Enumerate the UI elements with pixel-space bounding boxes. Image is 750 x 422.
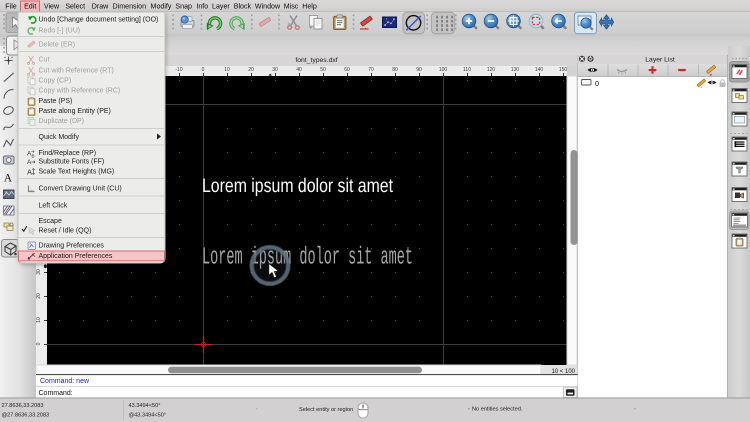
svg-text:Duplicate (DP): Duplicate (DP) <box>39 118 85 125</box>
svg-text:27.8636,33.2083: 27.8636,33.2083 <box>2 403 44 409</box>
svg-text:Copy with Reference (RC): Copy with Reference (RC) <box>39 87 121 94</box>
svg-text:Escape: Escape <box>39 218 62 225</box>
svg-text:Info: Info <box>196 3 208 11</box>
svg-text:10 < 100: 10 < 100 <box>551 369 575 375</box>
svg-text:Undo [Change document setting]: Undo [Change document setting] (OO) <box>39 16 159 23</box>
svg-text:70: 70 <box>368 67 374 73</box>
svg-text:•: • <box>634 407 636 413</box>
svg-text:Window: Window <box>255 3 281 11</box>
svg-text:Command:: Command: <box>39 390 73 397</box>
svg-text:Find/Replace (RP): Find/Replace (RP) <box>39 150 97 157</box>
svg-text:110: 110 <box>463 67 471 73</box>
svg-text:Convert Drawing Unit (CU): Convert Drawing Unit (CU) <box>39 185 122 192</box>
svg-text:Lorem ipsum dolor sit amet: Lorem ipsum dolor sit amet <box>202 175 393 197</box>
svg-text:Cut: Cut <box>39 56 50 63</box>
svg-text:Select entity or region: Select entity or region <box>299 407 353 413</box>
svg-text:Layer List: Layer List <box>645 56 675 63</box>
svg-text:130: 130 <box>511 67 520 73</box>
svg-text:Paste along Entity (PE): Paste along Entity (PE) <box>39 108 111 115</box>
svg-text:Select: Select <box>65 3 85 11</box>
svg-text:0: 0 <box>36 342 42 345</box>
svg-text:40: 40 <box>296 67 302 73</box>
svg-text:90: 90 <box>416 67 422 73</box>
svg-text:20: 20 <box>248 67 254 73</box>
svg-text:140: 140 <box>535 67 544 73</box>
svg-text:120: 120 <box>487 67 496 73</box>
svg-text:-10: -10 <box>175 67 182 73</box>
svg-text:@43.3494<50°: @43.3494<50° <box>129 413 167 419</box>
svg-text:Copy (CP): Copy (CP) <box>39 77 72 84</box>
svg-text:10: 10 <box>36 317 42 323</box>
svg-text:Cut with Reference (RT): Cut with Reference (RT) <box>39 67 114 74</box>
svg-text:Delete (ER): Delete (ER) <box>39 41 76 48</box>
svg-text:Snap: Snap <box>175 3 192 11</box>
svg-text:B: B <box>32 154 35 159</box>
svg-text:A: A <box>27 168 32 177</box>
svg-text:Misc: Misc <box>284 3 299 11</box>
svg-text:Command: new: Command: new <box>40 378 90 385</box>
svg-text:Quick Modify: Quick Modify <box>39 134 80 141</box>
svg-text:20: 20 <box>36 293 42 299</box>
svg-text:A: A <box>4 173 13 185</box>
svg-text:•: • <box>468 407 470 413</box>
svg-text:font_types.dxf: font_types.dxf <box>295 57 337 64</box>
svg-text:150: 150 <box>559 67 568 73</box>
svg-text:30: 30 <box>36 269 42 275</box>
svg-text:•: • <box>256 407 258 413</box>
svg-text:0: 0 <box>595 79 599 88</box>
svg-text:Drawing Preferences: Drawing Preferences <box>39 242 105 249</box>
svg-text:A: A <box>27 159 32 166</box>
svg-text:50: 50 <box>320 67 326 73</box>
svg-text:0: 0 <box>202 67 205 73</box>
svg-text:Scale Text Heights (MG): Scale Text Heights (MG) <box>39 168 115 175</box>
svg-text:Paste (PS): Paste (PS) <box>39 98 73 105</box>
svg-text:60: 60 <box>344 67 350 73</box>
svg-text:Lorem ipsum dolor sit amet: Lorem ipsum dolor sit amet <box>202 245 413 272</box>
svg-text:Modify: Modify <box>151 3 172 11</box>
svg-text:Help: Help <box>302 3 317 11</box>
svg-text:43.3494<50°: 43.3494<50° <box>129 403 161 409</box>
svg-text:Substitute Fonts (FF): Substitute Fonts (FF) <box>39 158 105 165</box>
svg-text:Layer: Layer <box>212 3 230 11</box>
svg-text:@27.8636,33.2083: @27.8636,33.2083 <box>2 413 50 419</box>
svg-text:View: View <box>44 3 60 11</box>
svg-text:Reset / Idle (QQ): Reset / Idle (QQ) <box>39 227 92 234</box>
svg-text:Application Preferences: Application Preferences <box>39 253 113 260</box>
svg-text:No entities selected.: No entities selected. <box>472 407 523 413</box>
svg-text:80: 80 <box>392 67 398 73</box>
svg-text:File: File <box>5 3 16 11</box>
svg-text:Left Click: Left Click <box>39 202 68 209</box>
svg-text:Block: Block <box>234 3 252 11</box>
svg-text:Dimension: Dimension <box>113 3 147 11</box>
svg-text:Draw: Draw <box>92 3 109 11</box>
svg-text:100: 100 <box>439 67 448 73</box>
svg-text:30: 30 <box>272 67 278 73</box>
svg-text:Edit: Edit <box>24 3 36 11</box>
svg-text:10: 10 <box>224 67 230 73</box>
svg-text:Redo [-] (UU): Redo [-] (UU) <box>39 27 81 34</box>
